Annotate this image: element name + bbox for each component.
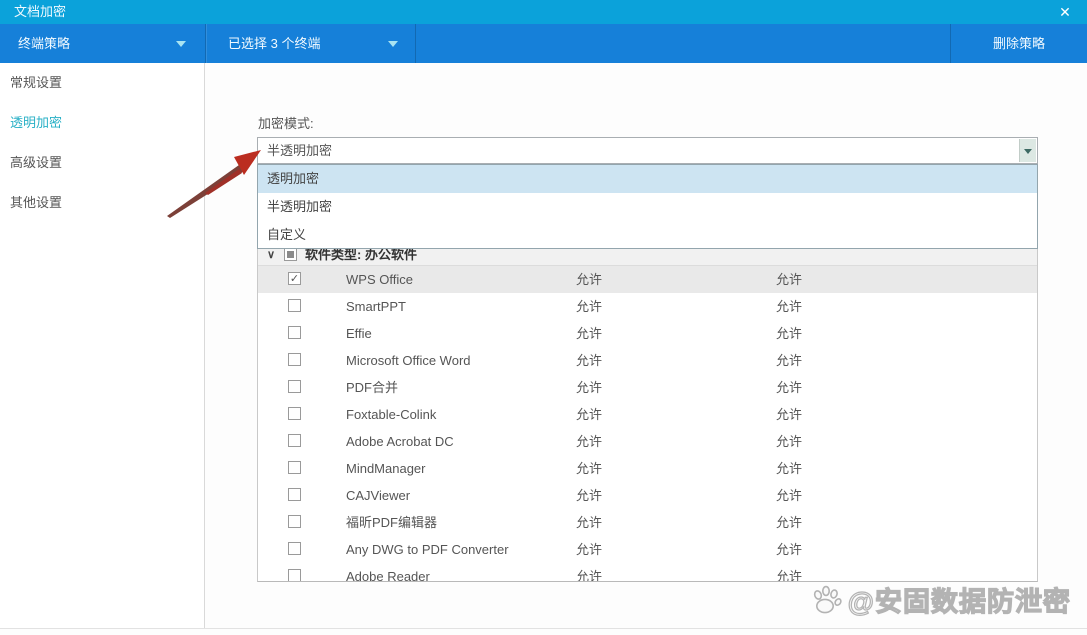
table-row[interactable]: Microsoft Office Word 允许 允许	[258, 347, 1037, 374]
row-checkbox[interactable]: ✓	[288, 272, 301, 285]
permission-1: 允许	[576, 455, 602, 482]
app-name: CAJViewer	[346, 482, 410, 509]
permission-2: 允许	[776, 266, 802, 293]
watermark-text: @安固数据防泄密	[848, 580, 1071, 619]
app-name: 福昕PDF编辑器	[346, 509, 437, 536]
permission-1: 允许	[576, 293, 602, 320]
group-checkbox[interactable]	[284, 248, 297, 261]
table-row[interactable]: Adobe Acrobat DC 允许 允许	[258, 428, 1037, 455]
paw-icon	[809, 582, 845, 618]
policy-dropdown-label: 终端策略	[18, 24, 70, 63]
terminal-dropdown-label: 已选择 3 个终端	[228, 24, 320, 63]
title-bar: 文档加密 ✕	[0, 0, 1087, 24]
chevron-down-icon	[1024, 149, 1032, 154]
app-name: WPS Office	[346, 266, 413, 293]
dropdown-option[interactable]: 半透明加密	[258, 193, 1037, 221]
software-table: ∨ 软件类型: 办公软件 ✓WPS Office允许允许SmartPPT允许允许…	[257, 243, 1038, 582]
table-row[interactable]: SmartPPT 允许 允许	[258, 293, 1037, 320]
table-row[interactable]: Foxtable-Colink 允许 允许	[258, 401, 1037, 428]
row-checkbox[interactable]	[288, 326, 301, 339]
app-name: Adobe Reader	[346, 563, 430, 582]
chevron-down-icon[interactable]: ∨	[267, 248, 275, 261]
permission-1: 允许	[576, 347, 602, 374]
permission-2: 允许	[776, 320, 802, 347]
permission-2: 允许	[776, 509, 802, 536]
permission-1: 允许	[576, 266, 602, 293]
permission-1: 允许	[576, 509, 602, 536]
app-name: PDF合并	[346, 374, 398, 401]
row-checkbox[interactable]	[288, 461, 301, 474]
chevron-down-icon	[388, 41, 398, 47]
select-dropdown-button[interactable]	[1019, 139, 1036, 162]
table-row[interactable]: MindManager 允许 允许	[258, 455, 1037, 482]
app-name: SmartPPT	[346, 293, 406, 320]
permission-2: 允许	[776, 347, 802, 374]
row-checkbox[interactable]	[288, 515, 301, 528]
app-name: Microsoft Office Word	[346, 347, 471, 374]
permission-2: 允许	[776, 563, 802, 582]
app-name: Adobe Acrobat DC	[346, 428, 454, 455]
annotation-arrow	[150, 125, 275, 225]
window-title: 文档加密	[14, 0, 66, 24]
sidebar-item[interactable]: 常规设置	[0, 72, 204, 94]
indeterminate-mark	[287, 251, 294, 258]
permission-1: 允许	[576, 401, 602, 428]
permission-2: 允许	[776, 428, 802, 455]
table-row[interactable]: CAJViewer 允许 允许	[258, 482, 1037, 509]
dropdown-option[interactable]: 透明加密	[258, 165, 1037, 193]
table-row[interactable]: Any DWG to PDF Converter 允许 允许	[258, 536, 1037, 563]
terminal-dropdown[interactable]: 已选择 3 个终端	[207, 24, 415, 63]
close-icon[interactable]: ✕	[1053, 0, 1077, 24]
table-row[interactable]: ✓ WPS Office 允许 允许	[258, 266, 1037, 293]
policy-dropdown[interactable]: 终端策略	[0, 24, 205, 63]
permission-1: 允许	[576, 482, 602, 509]
permission-1: 允许	[576, 536, 602, 563]
app-name: Any DWG to PDF Converter	[346, 536, 509, 563]
row-checkbox[interactable]	[288, 299, 301, 312]
nav-bar: 终端策略 已选择 3 个终端 删除策略	[0, 24, 1087, 63]
permission-2: 允许	[776, 455, 802, 482]
encryption-mode-select[interactable]: 半透明加密	[257, 137, 1038, 164]
permission-1: 允许	[576, 374, 602, 401]
permission-2: 允许	[776, 293, 802, 320]
table-row[interactable]: PDF合并 允许 允许	[258, 374, 1037, 401]
document-encryption-window: 文档加密 ✕ 终端策略 已选择 3 个终端 删除策略 常规设置透明加密高级设置其…	[0, 0, 1087, 635]
permission-2: 允许	[776, 536, 802, 563]
bottom-divider	[0, 628, 1087, 629]
row-checkbox[interactable]	[288, 380, 301, 393]
table-row[interactable]: Effie 允许 允许	[258, 320, 1037, 347]
dropdown-option[interactable]: 自定义	[258, 221, 1037, 249]
row-checkbox[interactable]	[288, 407, 301, 420]
row-checkbox[interactable]	[288, 569, 301, 582]
permission-1: 允许	[576, 320, 602, 347]
app-name: MindManager	[346, 455, 426, 482]
row-checkbox[interactable]	[288, 434, 301, 447]
row-checkbox[interactable]	[288, 353, 301, 366]
watermark: @安固数据防泄密	[809, 580, 1071, 619]
permission-1: 允许	[576, 563, 602, 582]
permission-1: 允许	[576, 428, 602, 455]
encryption-mode-dropdown-list: 透明加密半透明加密自定义	[257, 164, 1038, 249]
delete-policy-button[interactable]: 删除策略	[951, 24, 1087, 63]
permission-2: 允许	[776, 401, 802, 428]
table-row[interactable]: 福昕PDF编辑器 允许 允许	[258, 509, 1037, 536]
permission-2: 允许	[776, 374, 802, 401]
chevron-down-icon	[176, 41, 186, 47]
app-name: Effie	[346, 320, 372, 347]
permission-2: 允许	[776, 482, 802, 509]
row-checkbox[interactable]	[288, 488, 301, 501]
app-name: Foxtable-Colink	[346, 401, 436, 428]
select-value: 半透明加密	[267, 138, 332, 163]
row-checkbox[interactable]	[288, 542, 301, 555]
nav-divider	[415, 24, 416, 63]
